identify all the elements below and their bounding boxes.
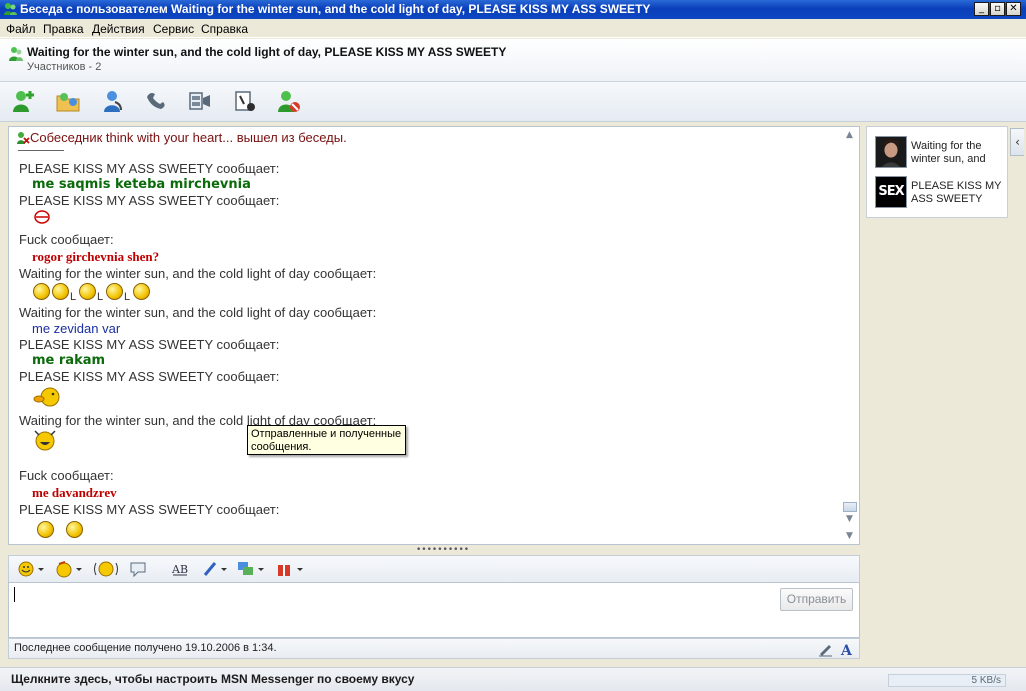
message-input[interactable]: Отправить <box>8 582 860 638</box>
menu-file[interactable]: Файл <box>6 22 36 36</box>
conversation-title: Waiting for the winter sun, and the cold… <box>27 45 507 59</box>
contact-name: PLEASE KISS MY ASS SWEETY <box>911 180 1002 205</box>
divider <box>18 150 64 151</box>
voice-clip-icon[interactable] <box>129 560 147 578</box>
format-toolbar: AB <box>8 555 860 582</box>
rolling-laugh-emoticon-icon <box>52 283 69 300</box>
action-toolbar <box>0 82 1026 122</box>
message-text: me zevidan var <box>32 321 121 336</box>
lips-emoticon-icon <box>34 210 50 224</box>
contact-picture <box>875 136 907 168</box>
smiley-emoticon-icon <box>66 521 83 538</box>
pane-splitter[interactable]: •••••••••• <box>8 545 860 555</box>
close-button[interactable]: ✕ <box>1006 2 1021 16</box>
splitter-grip: •••••••••• <box>416 545 470 555</box>
rolling-laugh-emoticon-icon <box>79 283 96 300</box>
handwriting-icon[interactable] <box>817 641 834 657</box>
menu-help[interactable]: Справка <box>201 22 248 36</box>
tooltip-line: Отправленные и полученные <box>251 428 402 440</box>
history-scrollbar[interactable]: ▲ ▼ ▼ <box>841 127 859 544</box>
message-sender: Fuck сообщает: <box>19 468 114 483</box>
message-text: rogor girchevnia shen? <box>32 249 160 264</box>
message-text: me saqmis keteba mirchevnia <box>32 177 251 192</box>
message-sender: PLEASE KISS MY ASS SWEETY сообщает: <box>19 161 280 176</box>
svg-text:AB: AB <box>171 563 188 576</box>
contact-item[interactable]: SEX PLEASE KISS MY ASS SWEETY <box>875 176 1007 210</box>
participants-panel: Waiting for the winter sun, and SEX PLEA… <box>866 126 1008 218</box>
separator-char: L <box>70 291 77 303</box>
contact-item[interactable]: Waiting for the winter sun, and <box>875 136 1007 170</box>
message-sender: Waiting for the winter sun, and the cold… <box>19 305 377 320</box>
tooltip-line: сообщения. <box>251 441 312 453</box>
scroll-thumb[interactable] <box>843 502 857 512</box>
window-title: Беседа с пользователем Waiting for the w… <box>20 2 651 16</box>
contacts-icon <box>9 47 23 61</box>
separator-char: L <box>124 291 131 303</box>
maximize-button[interactable]: ▫ <box>990 2 1005 16</box>
customize-link[interactable]: Щелкните здесь, чтобы настроить MSN Mess… <box>11 672 414 686</box>
games-icon[interactable] <box>232 88 258 114</box>
font-icon[interactable]: AB <box>171 560 189 578</box>
text-caret <box>14 587 15 602</box>
invite-contact-icon[interactable] <box>11 88 37 114</box>
message-sender: PLEASE KISS MY ASS SWEETY сообщает: <box>19 369 280 384</box>
message-sender: Fuck сообщает: <box>19 232 114 247</box>
block-icon[interactable] <box>276 88 302 114</box>
tooltip: Отправленные и полученные сообщения. <box>247 425 406 455</box>
video-icon[interactable] <box>187 88 213 114</box>
user-left-icon <box>17 132 30 144</box>
background-icon[interactable] <box>202 560 228 578</box>
menu-bar: Файл Правка Действия Сервис Справка <box>0 19 1026 38</box>
winks-icon[interactable] <box>55 560 83 578</box>
contact-name: Waiting for the winter sun, and <box>911 140 986 165</box>
rolling-laugh-emoticon-icon <box>33 283 50 300</box>
phone-icon[interactable] <box>143 88 169 114</box>
gifts-icon[interactable] <box>276 560 304 578</box>
scroll-end-arrow-icon[interactable]: ▼ <box>844 532 855 541</box>
start-call-icon[interactable] <box>99 88 125 114</box>
emoticons-icon[interactable] <box>17 560 45 578</box>
message-sender: PLEASE KISS MY ASS SWEETY сообщает: <box>19 193 280 208</box>
kiss-emoticon-icon <box>33 387 60 407</box>
send-button[interactable]: Отправить <box>780 588 853 611</box>
last-message-status: Последнее сообщение получено 19.10.2006 … <box>14 642 277 654</box>
nudge-icon[interactable] <box>93 560 119 578</box>
chat-history-content: Собеседник think with your heart... выше… <box>14 127 840 544</box>
svg-text:A: A <box>840 643 853 657</box>
footer-bar: Щелкните здесь, чтобы настроить MSN Mess… <box>0 667 1026 691</box>
menu-tools[interactable]: Сервис <box>153 22 194 36</box>
contact-picture: SEX <box>875 176 907 208</box>
rolling-laugh-emoticon-icon <box>106 283 123 300</box>
menu-edit[interactable]: Правка <box>43 22 84 36</box>
minimize-button[interactable]: _ <box>974 2 989 16</box>
messenger-icon <box>4 3 17 15</box>
message-sender: PLEASE KISS MY ASS SWEETY сообщает: <box>19 502 280 517</box>
message-sender: Waiting for the winter sun, and the cold… <box>19 266 377 281</box>
smiley-emoticon-icon <box>37 521 54 538</box>
scroll-up-arrow-icon[interactable]: ▲ <box>844 131 855 140</box>
title-bar: Беседа с пользователем Waiting for the w… <box>0 0 1026 19</box>
status-bar: Последнее сообщение получено 19.10.2006 … <box>8 638 860 659</box>
participants-count: Участников - 2 <box>27 61 102 73</box>
system-message: Собеседник think with your heart... выше… <box>30 130 347 145</box>
separator-char: L <box>97 291 104 303</box>
message-text: me davandzrev <box>32 485 117 500</box>
laugh-emoticon-icon <box>34 430 56 451</box>
message-text: me rakam <box>32 353 106 368</box>
menu-actions[interactable]: Действия <box>92 22 145 36</box>
scroll-down-arrow-icon[interactable]: ▼ <box>844 515 855 524</box>
backgrounds-share-icon[interactable] <box>237 560 265 578</box>
conversation-header: Waiting for the winter sun, and the cold… <box>0 39 1026 82</box>
chat-history[interactable]: Собеседник think with your heart... выше… <box>8 126 860 545</box>
rolling-laugh-emoticon-icon <box>133 283 150 300</box>
collapse-panel-button[interactable]: ‹ <box>1010 128 1024 156</box>
send-files-icon[interactable] <box>55 88 81 114</box>
message-sender: PLEASE KISS MY ASS SWEETY сообщает: <box>19 337 280 352</box>
typing-mode-icon[interactable]: A <box>839 641 856 657</box>
transfer-speed: 5 KB/s <box>888 674 1006 687</box>
